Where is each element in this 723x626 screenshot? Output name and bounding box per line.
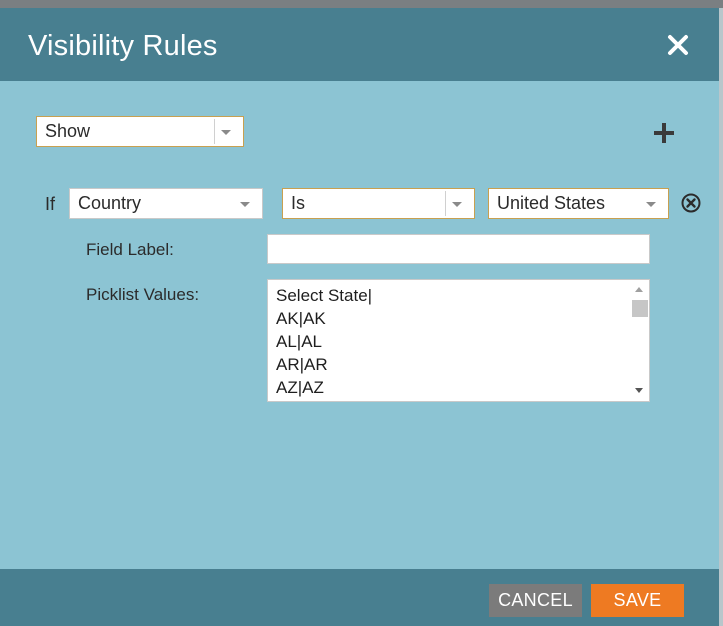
picklist-line: Select State|: [276, 286, 373, 305]
rule-action-select[interactable]: Show: [36, 116, 244, 147]
picklist-values-textarea[interactable]: Select State| AK|AK AL|AL AR|AR AZ|AZ: [267, 279, 650, 402]
scroll-up-icon[interactable]: [635, 287, 643, 292]
condition-operator-select[interactable]: Is: [282, 188, 475, 219]
picklist-scrollbar[interactable]: [629, 280, 649, 401]
picklist-caption: Picklist Values:: [86, 285, 200, 304]
condition-field-select[interactable]: Country: [69, 188, 263, 219]
condition-operator-value: Is: [291, 193, 306, 213]
picklist-line: AZ|AZ: [276, 378, 324, 397]
select-divider: [445, 191, 446, 216]
rule-action-value: Show: [45, 121, 91, 141]
picklist-line: AK|AK: [276, 309, 326, 328]
remove-circle-icon[interactable]: [680, 192, 702, 214]
field-label-input[interactable]: [267, 234, 650, 264]
cancel-button[interactable]: CANCEL: [489, 584, 582, 617]
picklist-line: AL|AL: [276, 332, 323, 351]
picklist-line: AR|AR: [276, 355, 328, 374]
scroll-down-icon[interactable]: [635, 388, 643, 393]
condition-value-select[interactable]: United States: [488, 188, 669, 219]
window-right-edge: [719, 8, 723, 626]
close-icon[interactable]: [666, 33, 690, 57]
field-label-caption: Field Label:: [86, 240, 174, 259]
dialog-header: Visibility Rules: [0, 8, 719, 81]
save-button[interactable]: SAVE: [591, 584, 684, 617]
scroll-thumb[interactable]: [632, 300, 648, 317]
select-divider: [214, 119, 215, 144]
condition-prefix: If: [45, 194, 56, 214]
window-top-strip: [0, 0, 723, 8]
condition-field-value: Country: [78, 193, 142, 213]
condition-value-value: United States: [497, 193, 606, 213]
chevron-down-icon: [452, 202, 462, 207]
chevron-down-icon: [221, 130, 231, 135]
chevron-down-icon: [646, 202, 656, 207]
dialog-title: Visibility Rules: [28, 30, 218, 62]
picklist-lines: Select State| AK|AK AL|AL AR|AR AZ|AZ: [276, 284, 372, 399]
plus-icon[interactable]: [652, 121, 676, 145]
chevron-down-icon: [240, 202, 250, 207]
dialog-footer: CANCEL SAVE: [0, 569, 719, 626]
